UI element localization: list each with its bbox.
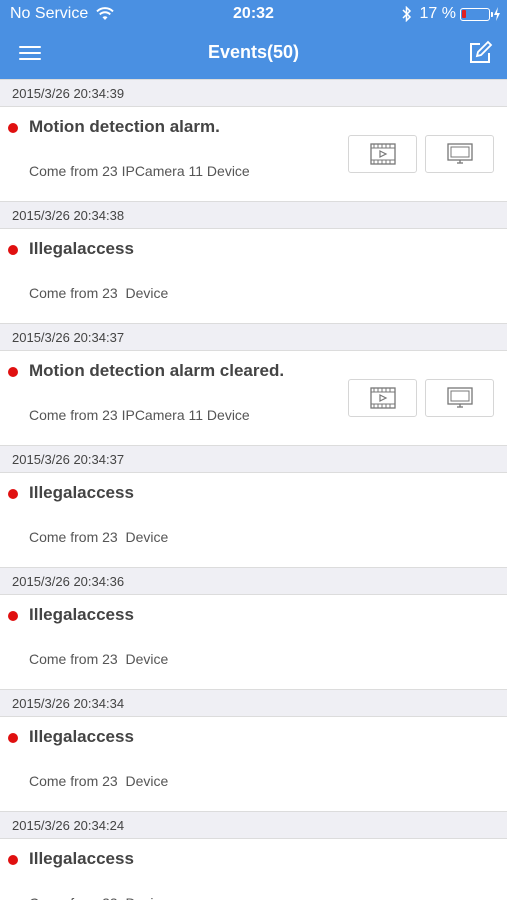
- event-item[interactable]: 2015/3/26 20:34:37 Illegalaccess Come from…: [0, 445, 507, 567]
- event-source: Come from 23 Device: [29, 895, 168, 900]
- film-play-icon: [369, 143, 396, 165]
- event-title: Illegalaccess: [29, 239, 134, 258]
- event-title: Motion detection alarm.: [29, 117, 220, 136]
- alert-dot-icon: [8, 489, 18, 499]
- event-title: Illegalaccess: [29, 483, 134, 502]
- event-item[interactable]: 2015/3/26 20:34:39 Motion detection alarm…: [0, 79, 507, 201]
- alert-dot-icon: [8, 245, 18, 255]
- nav-bar: Events(50): [0, 28, 507, 79]
- app-screen: No Service 20:32 17 % Events(50) 2015/3/…: [0, 0, 507, 900]
- event-timestamp: 2015/3/26 20:34:36: [0, 567, 507, 595]
- event-item[interactable]: 2015/3/26 20:34:34 Illegalaccess Come from…: [0, 689, 507, 811]
- monitor-icon: [446, 143, 473, 164]
- event-source: Come from 23 IPCamera 11 Device: [29, 407, 250, 423]
- events-list: 2015/3/26 20:34:39 Motion detection alarm…: [0, 79, 507, 900]
- event-source: Come from 23 Device: [29, 773, 169, 789]
- event-title: Illegalaccess: [29, 605, 134, 624]
- status-right: 17 %: [402, 5, 501, 23]
- event-timestamp: 2015/3/26 20:34:34: [0, 689, 507, 717]
- event-body[interactable]: Illegalaccess Come from 23 Device: [0, 839, 507, 900]
- event-body[interactable]: Illegalaccess Come from 23 Device: [0, 473, 507, 567]
- event-source: Come from 23 Device: [29, 651, 169, 667]
- battery-icon: [460, 7, 493, 21]
- monitor-icon: [446, 387, 473, 408]
- alert-dot-icon: [8, 367, 18, 377]
- edit-button[interactable]: [467, 40, 493, 66]
- page-title: Events(50): [207, 42, 300, 62]
- event-item[interactable]: 2015/3/26 20:34:36 Illegalaccess Come from…: [0, 567, 507, 689]
- alert-dot-icon: [8, 123, 18, 133]
- battery-percent: 17 %: [419, 5, 456, 22]
- event-body[interactable]: Motion detection alarm. Come from 23 IPCa…: [0, 107, 507, 201]
- battery-tip: [491, 11, 493, 17]
- event-body[interactable]: Illegalaccess Come from 23 Device: [0, 229, 507, 323]
- live-view-button[interactable]: [425, 379, 494, 417]
- alert-dot-icon: [8, 733, 18, 743]
- event-source: Come from 23 Device: [29, 285, 169, 301]
- event-source: Come from 23 Device: [29, 529, 169, 545]
- bluetooth-icon: [402, 6, 411, 22]
- event-body[interactable]: Motion detection alarm cleared. Come from…: [0, 351, 507, 445]
- event-timestamp: 2015/3/26 20:34:37: [0, 323, 507, 351]
- battery-fill: [462, 9, 466, 18]
- event-timestamp: 2015/3/26 20:34:37: [0, 445, 507, 473]
- event-title: Illegalaccess: [29, 727, 134, 746]
- event-timestamp: 2015/3/26 20:34:39: [0, 79, 507, 107]
- alert-dot-icon: [8, 611, 18, 621]
- event-source: Come from 23 IPCamera 11 Device: [29, 163, 250, 179]
- event-body[interactable]: Illegalaccess Come from 23 Device: [0, 717, 507, 811]
- header: No Service 20:32 17 % Events(50): [0, 0, 507, 79]
- event-title: Illegalaccess: [29, 849, 134, 868]
- live-view-button[interactable]: [425, 135, 494, 173]
- event-item[interactable]: 2015/3/26 20:34:38 Illegalaccess Come from…: [0, 201, 507, 323]
- status-bar: No Service 20:32 17 %: [0, 0, 507, 28]
- alert-dot-icon: [8, 855, 18, 865]
- event-title: Motion detection alarm cleared.: [29, 361, 285, 380]
- play-video-button[interactable]: [348, 135, 417, 173]
- film-play-icon: [369, 387, 396, 409]
- event-body[interactable]: Illegalaccess Come from 23 Device: [0, 595, 507, 689]
- event-item[interactable]: 2015/3/26 20:34:37 Motion detection alarm…: [0, 323, 507, 445]
- play-video-button[interactable]: [348, 379, 417, 417]
- event-timestamp: 2015/3/26 20:34:38: [0, 201, 507, 229]
- event-item[interactable]: 2015/3/26 20:34:24 Illegalaccess Come from…: [0, 811, 507, 900]
- charging-icon: [494, 7, 500, 21]
- event-timestamp: 2015/3/26 20:34:24: [0, 811, 507, 839]
